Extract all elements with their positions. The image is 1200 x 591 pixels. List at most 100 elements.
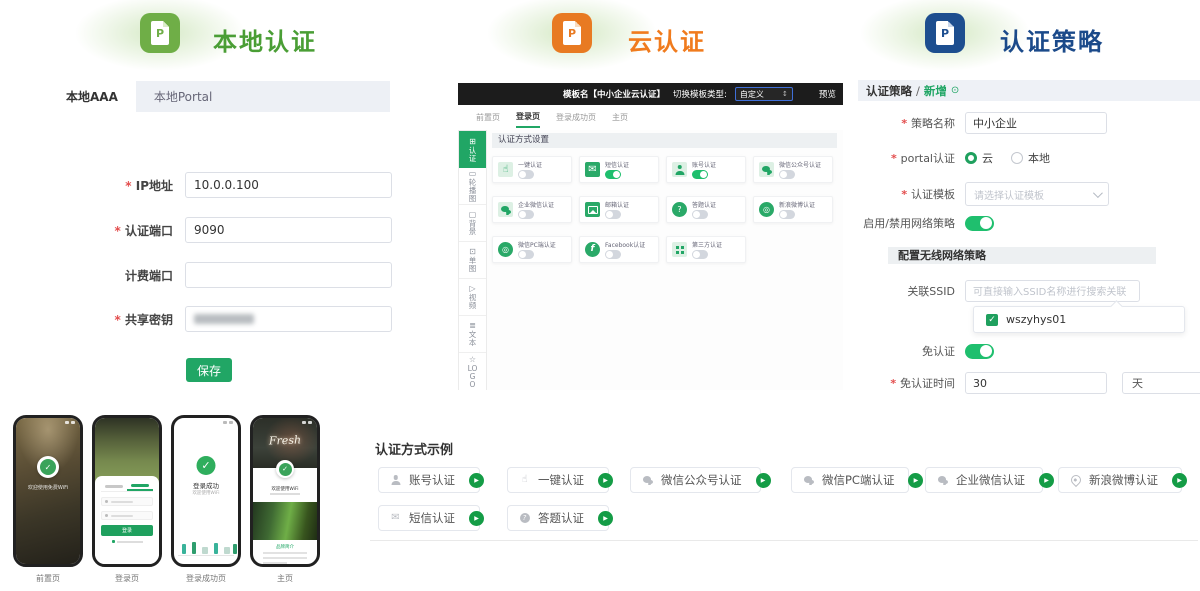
chevron-down-icon bbox=[1093, 188, 1103, 198]
weibo-toggle[interactable] bbox=[779, 210, 795, 219]
tab-login-page[interactable]: 登录页 bbox=[516, 107, 540, 128]
login-tab-account bbox=[127, 482, 153, 491]
weibo-icon: ◎ bbox=[759, 202, 774, 217]
stepper-icon: ↕ bbox=[782, 90, 788, 98]
facebook-toggle[interactable] bbox=[605, 250, 621, 259]
sidebar-item-video[interactable]: ▷ 视频 bbox=[459, 279, 486, 316]
section-title-cloud: 云认证 bbox=[628, 22, 706, 57]
image-icon: ⊡ bbox=[469, 247, 476, 256]
play-icon[interactable]: ▶ bbox=[1039, 473, 1054, 488]
example-sms-auth[interactable]: ✉ 短信认证 ▶ bbox=[378, 505, 480, 531]
row-network-policy: 启用/禁用网络策略 bbox=[855, 215, 994, 231]
icon-letter: P bbox=[156, 28, 164, 39]
play-icon[interactable]: ▶ bbox=[469, 473, 484, 488]
auth-free-time-input[interactable] bbox=[965, 372, 1107, 394]
play-icon[interactable]: ▶ bbox=[469, 511, 484, 526]
sms-toggle[interactable] bbox=[605, 170, 621, 179]
save-button[interactable]: 保存 bbox=[186, 358, 232, 382]
agreement-row bbox=[101, 540, 153, 543]
example-wecom-auth[interactable]: 企业微信认证 ▶ bbox=[925, 467, 1043, 493]
ssid-search-input[interactable] bbox=[965, 280, 1140, 302]
sidebar-item-background[interactable]: ▢ 背景 bbox=[459, 205, 486, 242]
policy-name-label: 策略名称 bbox=[855, 115, 965, 131]
account-toggle[interactable] bbox=[692, 170, 708, 179]
example-account-auth[interactable]: 账号认证 ▶ bbox=[378, 467, 480, 493]
auth-method-grid: ☝ 一键认证 ✉ 短信认证 账号认证 微信公众号认证 企业微信认证 邮 bbox=[492, 156, 833, 263]
success-check-icon: ✓ bbox=[197, 456, 216, 475]
wechat-pc-toggle[interactable] bbox=[518, 250, 534, 259]
play-icon[interactable]: ▶ bbox=[908, 473, 923, 488]
form-row-ip: IP地址 bbox=[45, 172, 392, 198]
example-weibo-auth[interactable]: 新浪微博认证 ▶ bbox=[1058, 467, 1182, 493]
phone-mockup-front-page: ✓ 欢迎使用免费WiFi bbox=[13, 415, 83, 567]
auth-card-onekey: ☝ 一键认证 bbox=[492, 156, 572, 183]
example-wechat-pc-auth[interactable]: 微信PC端认证 ▶ bbox=[791, 467, 909, 493]
auth-port-input[interactable] bbox=[185, 217, 392, 243]
auth-card-weibo: ◎ 新浪微博认证 bbox=[753, 196, 833, 223]
sidebar-item-logo[interactable]: ☆ LOGO bbox=[459, 353, 486, 390]
network-policy-toggle[interactable] bbox=[965, 216, 994, 231]
text-icon: ≣ bbox=[469, 321, 476, 330]
tab-local-aaa[interactable]: 本地AAA bbox=[48, 81, 136, 112]
time-unit-box: 天 bbox=[1122, 372, 1200, 394]
onekey-toggle[interactable] bbox=[518, 170, 534, 179]
sidebar-item-auth[interactable]: ⊞ 认证 bbox=[459, 131, 486, 168]
row-policy-name: 策略名称 bbox=[855, 112, 1107, 134]
play-icon[interactable]: ▶ bbox=[1172, 473, 1187, 488]
ip-address-input[interactable] bbox=[185, 172, 392, 198]
play-icon[interactable]: ▶ bbox=[598, 511, 613, 526]
shared-key-input[interactable] bbox=[185, 306, 392, 332]
tab-home-page[interactable]: 主页 bbox=[612, 108, 628, 127]
example-quiz-auth[interactable]: 答题认证 ▶ bbox=[507, 505, 609, 531]
policy-name-input[interactable] bbox=[965, 112, 1107, 134]
preview-button[interactable]: 预览 bbox=[819, 88, 836, 100]
tab-login-success-page[interactable]: 登录成功页 bbox=[556, 108, 596, 127]
sidebar-item-text[interactable]: ≣ 文本 bbox=[459, 316, 486, 353]
auth-free-label: 免认证 bbox=[855, 343, 965, 359]
row-auth-template: 认证模板 请选择认证模板 bbox=[855, 182, 1109, 206]
email-toggle[interactable] bbox=[605, 210, 621, 219]
tap-icon: ☝ bbox=[518, 475, 531, 485]
network-policy-label: 启用/禁用网络策略 bbox=[855, 215, 965, 231]
store-photo bbox=[16, 418, 80, 564]
tab-local-portal[interactable]: 本地Portal bbox=[136, 81, 230, 112]
wireless-section-header: 配置无线网络策略 bbox=[888, 247, 1156, 264]
example-onekey-auth[interactable]: ☝ 一键认证 ▶ bbox=[507, 467, 609, 493]
wecom-toggle[interactable] bbox=[518, 210, 534, 219]
sidebar-item-single-image[interactable]: ⊡ 单图 bbox=[459, 242, 486, 279]
wechat-pc-icon: ◎ bbox=[498, 242, 513, 257]
auth-port-label: 认证端口 bbox=[45, 222, 185, 239]
auth-card-quiz: ? 答题认证 bbox=[666, 196, 746, 223]
sidebar-item-carousel[interactable]: ▭ 轮播图 bbox=[459, 168, 486, 205]
play-icon[interactable]: ▶ bbox=[598, 473, 613, 488]
tab-front-page[interactable]: 前置页 bbox=[476, 108, 500, 127]
checkbox-checked-icon[interactable]: ✓ bbox=[986, 314, 998, 326]
play-icon[interactable]: ▶ bbox=[756, 473, 771, 488]
ip-address-label: IP地址 bbox=[45, 177, 185, 194]
sms-icon: ✉ bbox=[389, 513, 402, 523]
auth-template-select[interactable]: 请选择认证模板 bbox=[965, 182, 1109, 206]
third-party-toggle[interactable] bbox=[692, 250, 708, 259]
auth-free-toggle[interactable] bbox=[965, 344, 994, 359]
breadcrumb-root[interactable]: 认证策略 bbox=[866, 83, 912, 99]
username-field bbox=[101, 497, 153, 506]
radio-local[interactable] bbox=[1011, 152, 1023, 164]
wechat-icon bbox=[759, 162, 774, 177]
wechat-official-toggle[interactable] bbox=[779, 170, 795, 179]
welcome-text: 欢迎使用免费WiFi bbox=[16, 484, 80, 491]
template-type-select[interactable]: 自定义 ↕ bbox=[735, 87, 793, 101]
wecom-icon bbox=[936, 476, 949, 484]
ssid-option[interactable]: wszyhys01 bbox=[1006, 313, 1066, 326]
success-title: 登录成功 bbox=[174, 480, 238, 490]
wifi-logo-icon: ✓ bbox=[279, 463, 292, 476]
weibo-icon bbox=[1069, 475, 1082, 485]
location-pin-icon: ⊙ bbox=[951, 85, 959, 96]
radio-cloud[interactable] bbox=[965, 152, 977, 164]
billing-port-input[interactable] bbox=[185, 262, 392, 288]
quiz-toggle[interactable] bbox=[692, 210, 708, 219]
video-icon: ▷ bbox=[469, 284, 475, 293]
facebook-icon: f bbox=[585, 242, 600, 257]
example-wechat-official-auth[interactable]: 微信公众号认证 ▶ bbox=[630, 467, 761, 493]
grid-icon: ⊞ bbox=[469, 137, 476, 146]
phone-caption: 主页 bbox=[250, 573, 320, 584]
